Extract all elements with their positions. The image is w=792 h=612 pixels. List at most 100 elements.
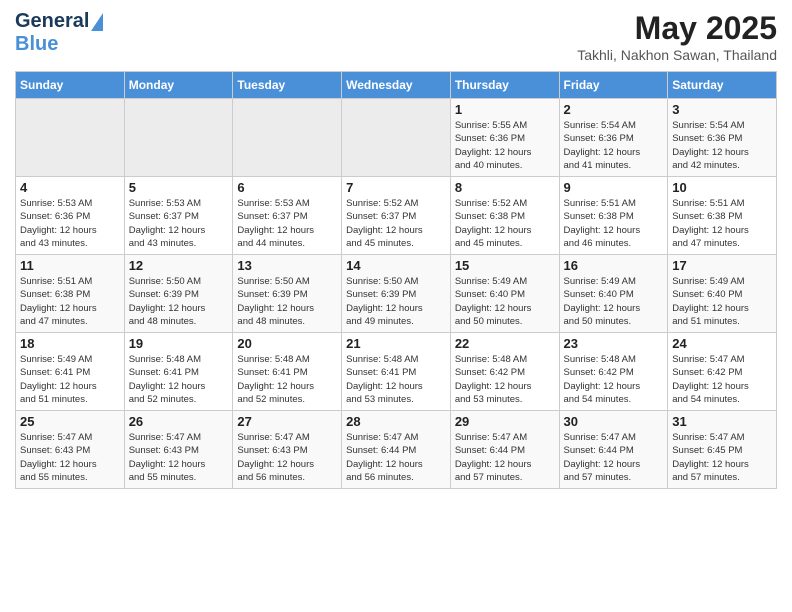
day-cell: 30 Sunrise: 5:47 AMSunset: 6:44 PMDayligh… [559,411,668,489]
day-number: 27 [237,414,337,429]
page-container: General Blue May 2025 Takhli, Nakhon Saw… [0,0,792,499]
week-row-1: 1 Sunrise: 5:55 AMSunset: 6:36 PMDaylight… [16,99,777,177]
day-number: 31 [672,414,772,429]
day-number: 4 [20,180,120,195]
day-info: Sunrise: 5:47 AMSunset: 6:44 PMDaylight:… [564,431,664,484]
day-number: 6 [237,180,337,195]
day-info: Sunrise: 5:54 AMSunset: 6:36 PMDaylight:… [672,119,772,172]
day-number: 26 [129,414,229,429]
day-info: Sunrise: 5:55 AMSunset: 6:36 PMDaylight:… [455,119,555,172]
logo-line2: Blue [15,33,58,56]
day-cell: 13 Sunrise: 5:50 AMSunset: 6:39 PMDayligh… [233,255,342,333]
day-info: Sunrise: 5:51 AMSunset: 6:38 PMDaylight:… [20,275,120,328]
day-number: 28 [346,414,446,429]
day-info: Sunrise: 5:47 AMSunset: 6:43 PMDaylight:… [129,431,229,484]
day-number: 2 [564,102,664,117]
day-number: 20 [237,336,337,351]
day-cell [233,99,342,177]
day-number: 11 [20,258,120,273]
day-info: Sunrise: 5:53 AMSunset: 6:36 PMDaylight:… [20,197,120,250]
day-number: 24 [672,336,772,351]
day-cell: 31Sunrise: 5:47 AMSunset: 6:45 PMDayligh… [668,411,777,489]
day-cell: 27 Sunrise: 5:47 AMSunset: 6:43 PMDayligh… [233,411,342,489]
day-number: 10 [672,180,772,195]
day-cell: 18 Sunrise: 5:49 AMSunset: 6:41 PMDayligh… [16,333,125,411]
day-info: Sunrise: 5:50 AMSunset: 6:39 PMDaylight:… [129,275,229,328]
day-cell: 25 Sunrise: 5:47 AMSunset: 6:43 PMDayligh… [16,411,125,489]
day-number: 1 [455,102,555,117]
logo-blue: Blue [15,33,58,55]
day-cell: 20Sunrise: 5:48 AMSunset: 6:41 PMDayligh… [233,333,342,411]
week-row-4: 18 Sunrise: 5:49 AMSunset: 6:41 PMDayligh… [16,333,777,411]
day-cell: 21 Sunrise: 5:48 AMSunset: 6:41 PMDayligh… [342,333,451,411]
logo-triangle-icon [91,13,103,31]
day-info: Sunrise: 5:52 AMSunset: 6:37 PMDaylight:… [346,197,446,250]
day-cell: 1 Sunrise: 5:55 AMSunset: 6:36 PMDaylight… [450,99,559,177]
day-info: Sunrise: 5:49 AMSunset: 6:40 PMDaylight:… [564,275,664,328]
day-info: Sunrise: 5:47 AMSunset: 6:43 PMDaylight:… [237,431,337,484]
day-cell [124,99,233,177]
day-number: 9 [564,180,664,195]
day-number: 13 [237,258,337,273]
day-cell: 9 Sunrise: 5:51 AMSunset: 6:38 PMDaylight… [559,177,668,255]
day-info: Sunrise: 5:47 AMSunset: 6:42 PMDaylight:… [672,353,772,406]
day-number: 22 [455,336,555,351]
day-cell: 24 Sunrise: 5:47 AMSunset: 6:42 PMDayligh… [668,333,777,411]
day-number: 15 [455,258,555,273]
day-info: Sunrise: 5:48 AMSunset: 6:41 PMDaylight:… [129,353,229,406]
day-cell [342,99,451,177]
day-info: Sunrise: 5:49 AMSunset: 6:41 PMDaylight:… [20,353,120,406]
header: General Blue May 2025 Takhli, Nakhon Saw… [15,10,777,63]
day-info: Sunrise: 5:49 AMSunset: 6:40 PMDaylight:… [455,275,555,328]
day-cell: 4 Sunrise: 5:53 AMSunset: 6:36 PMDaylight… [16,177,125,255]
day-cell: 12Sunrise: 5:50 AMSunset: 6:39 PMDayligh… [124,255,233,333]
col-header-sunday: Sunday [16,72,125,99]
day-number: 17 [672,258,772,273]
day-info: Sunrise: 5:48 AMSunset: 6:42 PMDaylight:… [564,353,664,406]
day-number: 25 [20,414,120,429]
day-cell: 22 Sunrise: 5:48 AMSunset: 6:42 PMDayligh… [450,333,559,411]
day-number: 30 [564,414,664,429]
col-header-thursday: Thursday [450,72,559,99]
day-number: 19 [129,336,229,351]
day-cell: 16Sunrise: 5:49 AMSunset: 6:40 PMDayligh… [559,255,668,333]
day-cell: 5Sunrise: 5:53 AMSunset: 6:37 PMDaylight… [124,177,233,255]
day-cell: 17Sunrise: 5:49 AMSunset: 6:40 PMDayligh… [668,255,777,333]
day-cell [16,99,125,177]
day-cell: 7Sunrise: 5:52 AMSunset: 6:37 PMDaylight… [342,177,451,255]
day-cell: 2 Sunrise: 5:54 AMSunset: 6:36 PMDaylight… [559,99,668,177]
day-cell: 28 Sunrise: 5:47 AMSunset: 6:44 PMDayligh… [342,411,451,489]
day-cell: 23 Sunrise: 5:48 AMSunset: 6:42 PMDayligh… [559,333,668,411]
day-number: 23 [564,336,664,351]
day-info: Sunrise: 5:48 AMSunset: 6:42 PMDaylight:… [455,353,555,406]
day-number: 18 [20,336,120,351]
day-info: Sunrise: 5:48 AMSunset: 6:41 PMDaylight:… [346,353,446,406]
day-info: Sunrise: 5:54 AMSunset: 6:36 PMDaylight:… [564,119,664,172]
day-info: Sunrise: 5:50 AMSunset: 6:39 PMDaylight:… [237,275,337,328]
day-info: Sunrise: 5:51 AMSunset: 6:38 PMDaylight:… [672,197,772,250]
day-cell: 11 Sunrise: 5:51 AMSunset: 6:38 PMDayligh… [16,255,125,333]
month-title: May 2025 [577,10,777,47]
col-header-saturday: Saturday [668,72,777,99]
header-row: SundayMondayTuesdayWednesdayThursdayFrid… [16,72,777,99]
day-number: 29 [455,414,555,429]
logo: General Blue [15,10,103,56]
day-info: Sunrise: 5:53 AMSunset: 6:37 PMDaylight:… [129,197,229,250]
day-info: Sunrise: 5:47 AMSunset: 6:43 PMDaylight:… [20,431,120,484]
day-info: Sunrise: 5:47 AMSunset: 6:44 PMDaylight:… [346,431,446,484]
week-row-5: 25 Sunrise: 5:47 AMSunset: 6:43 PMDayligh… [16,411,777,489]
day-cell: 10 Sunrise: 5:51 AMSunset: 6:38 PMDayligh… [668,177,777,255]
day-info: Sunrise: 5:53 AMSunset: 6:37 PMDaylight:… [237,197,337,250]
day-cell: 8Sunrise: 5:52 AMSunset: 6:38 PMDaylight… [450,177,559,255]
day-number: 3 [672,102,772,117]
day-info: Sunrise: 5:51 AMSunset: 6:38 PMDaylight:… [564,197,664,250]
logo-line1: General [15,10,103,33]
day-number: 14 [346,258,446,273]
day-cell: 29Sunrise: 5:47 AMSunset: 6:44 PMDayligh… [450,411,559,489]
week-row-3: 11 Sunrise: 5:51 AMSunset: 6:38 PMDayligh… [16,255,777,333]
day-number: 21 [346,336,446,351]
week-row-2: 4 Sunrise: 5:53 AMSunset: 6:36 PMDaylight… [16,177,777,255]
day-cell: 3 Sunrise: 5:54 AMSunset: 6:36 PMDaylight… [668,99,777,177]
day-cell: 15 Sunrise: 5:49 AMSunset: 6:40 PMDayligh… [450,255,559,333]
title-section: May 2025 Takhli, Nakhon Sawan, Thailand [577,10,777,63]
